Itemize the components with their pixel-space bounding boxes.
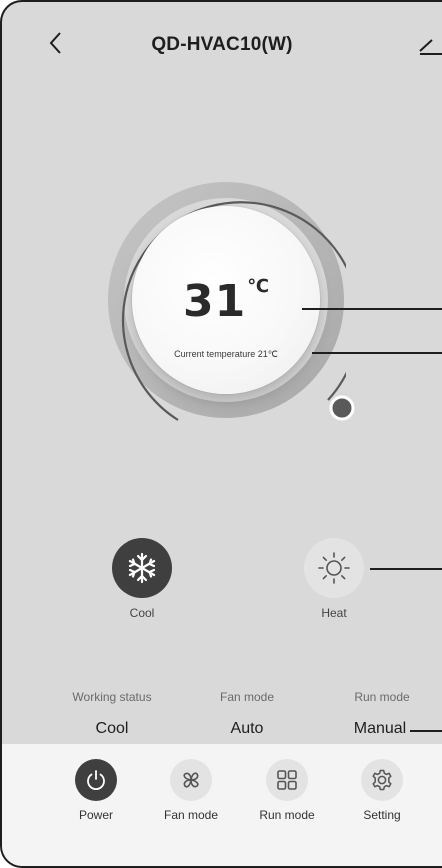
edit-button[interactable] bbox=[418, 30, 442, 60]
edit-icon bbox=[419, 39, 442, 55]
cool-mode-button[interactable] bbox=[112, 538, 172, 598]
heat-mode-label: Heat bbox=[321, 606, 347, 620]
page-title: QD-HVAC10(W) bbox=[151, 34, 293, 55]
setting-button[interactable] bbox=[361, 759, 403, 801]
setting-label: Setting bbox=[363, 808, 401, 822]
heat-mode-button[interactable] bbox=[304, 538, 364, 598]
fan-icon bbox=[183, 772, 199, 788]
working-status-label: Working status bbox=[72, 690, 152, 704]
set-temperature: 31℃ bbox=[106, 276, 346, 327]
fan-mode-button[interactable] bbox=[170, 759, 212, 801]
current-temperature: Current temperature 21℃ bbox=[174, 349, 278, 359]
callout-line bbox=[312, 352, 442, 354]
cool-mode-label: Cool bbox=[129, 606, 155, 620]
gear-icon bbox=[372, 769, 392, 791]
temperature-dial[interactable]: 31℃ Current temperature 21℃ bbox=[106, 178, 355, 434]
set-temperature-value: 31 bbox=[182, 276, 247, 327]
power-button[interactable] bbox=[75, 759, 117, 801]
callout-line bbox=[302, 308, 442, 310]
run-mode-label: Run mode bbox=[259, 808, 315, 822]
run-mode-button[interactable] bbox=[266, 759, 308, 801]
temperature-unit: ℃ bbox=[247, 276, 270, 297]
sun-icon bbox=[318, 552, 350, 584]
grid-icon bbox=[277, 770, 297, 790]
dial-handle[interactable] bbox=[328, 394, 356, 422]
fan-mode-status-label: Fan mode bbox=[219, 690, 275, 704]
power-icon bbox=[87, 770, 105, 791]
header: QD-HVAC10(W) bbox=[2, 2, 442, 82]
working-status-value: Cool bbox=[95, 720, 129, 737]
power-label: Power bbox=[78, 808, 113, 822]
fan-mode-label: Fan mode bbox=[163, 808, 219, 822]
callout-line bbox=[370, 568, 442, 570]
snowflake-icon bbox=[128, 552, 156, 584]
fan-mode-status-value: Auto bbox=[230, 720, 264, 737]
run-mode-status-label: Run mode bbox=[354, 690, 410, 704]
run-mode-status-value: Manual bbox=[353, 720, 407, 737]
app-screen: QD-HVAC10(W) 31℃ Current temperature 21℃ bbox=[0, 0, 442, 868]
bottom-toolbar: Power Fan mode Run mode Setting bbox=[2, 744, 442, 866]
